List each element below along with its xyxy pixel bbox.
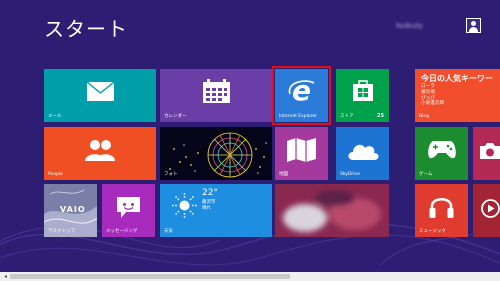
tile-games-label: ゲーム: [419, 172, 433, 177]
xbox-controller-icon: [428, 141, 456, 159]
user-avatar-icon[interactable]: [466, 18, 481, 33]
scroll-left-arrow-icon[interactable]: ◂: [2, 273, 9, 280]
tile-calendar-label: カレンダー: [164, 114, 187, 119]
store-update-badge: 25: [377, 113, 384, 119]
store-icon: [353, 80, 373, 101]
mail-icon: [87, 82, 114, 101]
tile-bing-label: Bing: [419, 114, 430, 119]
bing-keyword-list: ローラ 被災地 ぴっぴ 小泉進次郎: [421, 84, 444, 107]
vaio-logo: VAIO: [60, 205, 86, 214]
bing-headline: 今日の人気キーワー: [421, 74, 493, 83]
cloud-icon: [348, 144, 379, 160]
blurred-photo: [275, 184, 389, 237]
weather-temperature: 22°: [202, 188, 218, 198]
horizontal-scrollbar[interactable]: ◂: [0, 272, 500, 281]
tile-store-label: ストア: [340, 114, 354, 119]
tile-calendar[interactable]: カレンダー: [160, 69, 272, 122]
tile-music[interactable]: ミュージック: [415, 184, 468, 237]
weather-details: 藤沢市 晴れ: [202, 200, 216, 212]
camera-icon: [480, 143, 500, 159]
user-name[interactable]: NoBody: [396, 22, 423, 30]
tile-photos[interactable]: フォト: [160, 127, 272, 180]
tile-video[interactable]: [473, 184, 500, 237]
calendar-icon: [203, 79, 230, 103]
tile-weather[interactable]: 22° 藤沢市 晴れ 天気: [160, 184, 272, 237]
tile-mail-label: メール: [48, 114, 62, 119]
people-icon: [85, 140, 115, 161]
tile-blurred-live[interactable]: [275, 184, 389, 237]
tile-people-label: People: [48, 172, 63, 177]
ie-highlight-frame: [272, 66, 331, 125]
tile-games[interactable]: ゲーム: [415, 127, 468, 180]
tile-store[interactable]: ストア 25: [336, 69, 389, 122]
tile-camera[interactable]: [473, 127, 500, 180]
tile-photos-label: フォト: [164, 172, 178, 177]
tile-desktop[interactable]: VAIO デスクトップ: [44, 184, 97, 237]
tile-desktop-label: デスクトップ: [48, 229, 75, 234]
message-icon: [117, 197, 140, 218]
tile-weather-label: 天気: [164, 229, 173, 234]
tile-maps-label: 地図: [279, 172, 288, 177]
tile-bing[interactable]: 今日の人気キーワー ローラ 被災地 ぴっぴ 小泉進次郎 Bing: [415, 69, 500, 122]
tile-people[interactable]: People: [44, 127, 156, 180]
bing-keyword: 小泉進次郎: [421, 101, 444, 107]
sun-icon: [172, 193, 197, 218]
tile-messaging-label: メッセージング: [106, 229, 138, 234]
tile-maps[interactable]: 地図: [275, 127, 328, 180]
tile-skydrive-label: SkyDrive: [340, 172, 360, 177]
tile-messaging[interactable]: メッセージング: [102, 184, 155, 237]
headphones-icon: [429, 197, 454, 218]
tile-music-label: ミュージック: [419, 229, 446, 234]
screen-title: スタート: [44, 17, 128, 41]
video-icon: [481, 199, 500, 218]
tile-skydrive[interactable]: SkyDrive: [336, 127, 389, 180]
tile-mail[interactable]: メール: [44, 69, 156, 122]
scroll-thumb[interactable]: [10, 274, 290, 279]
map-icon: [287, 138, 316, 162]
weather-condition: 晴れ: [202, 206, 211, 211]
